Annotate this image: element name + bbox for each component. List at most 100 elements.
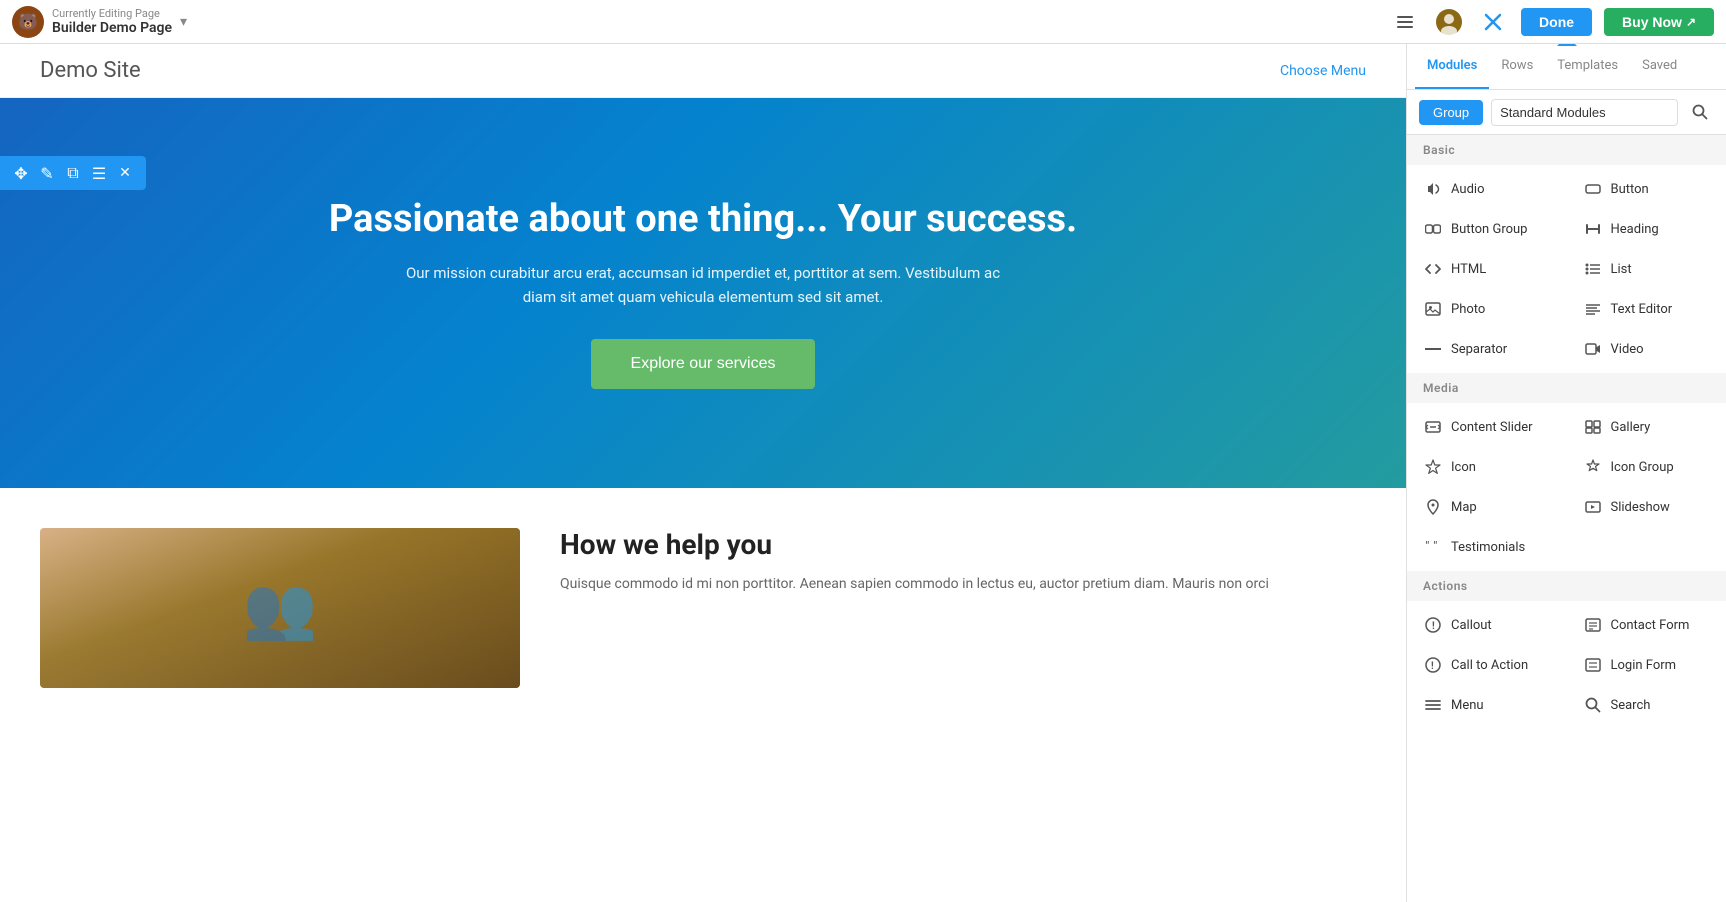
user-avatar-icon[interactable] <box>1433 6 1465 38</box>
text-editor-label: Text Editor <box>1611 302 1673 317</box>
menu-label: Menu <box>1451 698 1484 713</box>
module-gallery[interactable]: Gallery <box>1567 407 1726 447</box>
testimonials-label: Testimonials <box>1451 540 1525 555</box>
module-call-to-action[interactable]: ! Call to Action <box>1407 645 1567 685</box>
module-list[interactable]: List <box>1567 249 1726 289</box>
module-contact-form[interactable]: Contact Form <box>1567 605 1726 645</box>
content-text: How we help you Quisque commodo id mi no… <box>560 528 1366 595</box>
audio-label: Audio <box>1451 182 1484 197</box>
module-separator[interactable]: Separator <box>1407 329 1567 369</box>
content-section: How we help you Quisque commodo id mi no… <box>0 488 1406 728</box>
settings-icon[interactable]: ☰ <box>88 162 110 184</box>
module-group-select[interactable]: Standard Modules Custom Modules <box>1491 99 1678 126</box>
gallery-icon <box>1583 417 1603 437</box>
tab-saved[interactable]: Saved <box>1630 44 1689 89</box>
module-callout[interactable]: ! Callout <box>1407 605 1567 645</box>
audio-icon <box>1423 179 1443 199</box>
site-title: Demo Site <box>40 58 141 83</box>
gallery-label: Gallery <box>1611 420 1651 435</box>
top-bar-subtitle: Currently Editing Page <box>52 7 172 20</box>
hero-cta-button[interactable]: Explore our services <box>591 339 816 389</box>
delete-icon[interactable]: ✕ <box>114 162 136 184</box>
content-image <box>40 528 520 688</box>
contact-form-label: Contact Form <box>1611 618 1690 633</box>
svg-text:!: ! <box>1432 621 1435 632</box>
call-to-action-icon: ! <box>1423 655 1443 675</box>
login-form-icon <box>1583 655 1603 675</box>
duplicate-icon[interactable]: ⧉ <box>62 162 84 184</box>
module-text-editor[interactable]: Text Editor <box>1567 289 1726 329</box>
icon-module-icon <box>1423 457 1443 477</box>
search-module-icon <box>1583 695 1603 715</box>
photo-label: Photo <box>1451 302 1485 317</box>
login-form-label: Login Form <box>1611 658 1677 673</box>
external-link-icon: ↗ <box>1686 15 1696 29</box>
choose-menu-link[interactable]: Choose Menu <box>1280 63 1366 79</box>
close-icon[interactable] <box>1477 6 1509 38</box>
tab-modules[interactable]: Modules <box>1415 44 1489 89</box>
module-video[interactable]: Video <box>1567 329 1726 369</box>
module-menu[interactable]: Menu <box>1407 685 1567 725</box>
panel-tabs: Modules Rows Templates Saved <box>1407 44 1726 90</box>
media-modules-grid: Content Slider Gallery Icon <box>1407 403 1726 571</box>
module-login-form[interactable]: Login Form <box>1567 645 1726 685</box>
content-slider-icon <box>1423 417 1443 437</box>
canvas-area: Demo Site Choose Menu ✥ ✎ ⧉ ☰ ✕ Passiona… <box>0 44 1406 902</box>
video-icon <box>1583 339 1603 359</box>
module-button[interactable]: Button <box>1567 169 1726 209</box>
search-label: Search <box>1611 698 1651 713</box>
slideshow-label: Slideshow <box>1611 500 1670 515</box>
button-group-label: Button Group <box>1451 222 1527 237</box>
buy-now-label: Buy Now <box>1622 14 1682 30</box>
menu-icon <box>1423 695 1443 715</box>
group-button[interactable]: Group <box>1419 100 1483 125</box>
module-map[interactable]: Map <box>1407 487 1567 527</box>
module-testimonials[interactable]: "" Testimonials <box>1407 527 1567 567</box>
top-bar-main-title: Builder Demo Page <box>52 20 172 36</box>
module-content-slider[interactable]: Content Slider <box>1407 407 1567 447</box>
actions-modules-grid: ! Callout Contact Form ! Call to Action <box>1407 601 1726 729</box>
right-panel: Modules Rows Templates Saved Group Stand… <box>1406 44 1726 902</box>
chevron-down-icon[interactable]: ▾ <box>180 14 187 30</box>
top-bar-title: Currently Editing Page Builder Demo Page <box>52 7 172 36</box>
tab-templates[interactable]: Templates <box>1545 44 1630 89</box>
module-search[interactable]: Search <box>1567 685 1726 725</box>
bullet-list-icon[interactable] <box>1389 6 1421 38</box>
icon-label: Icon <box>1451 460 1476 475</box>
logo-icon: 🐻 <box>12 6 44 38</box>
module-photo[interactable]: Photo <box>1407 289 1567 329</box>
top-bar-right: Done Buy Now ↗ <box>1389 6 1714 38</box>
section-media: Media <box>1407 373 1726 403</box>
edit-icon[interactable]: ✎ <box>36 162 58 184</box>
testimonials-icon: "" <box>1423 537 1443 557</box>
modules-list: Basic Audio Button <box>1407 135 1726 902</box>
search-icon[interactable] <box>1686 98 1714 126</box>
module-html[interactable]: HTML <box>1407 249 1567 289</box>
map-label: Map <box>1451 500 1477 515</box>
module-heading[interactable]: Heading <box>1567 209 1726 249</box>
module-icon-group[interactable]: Icon Group <box>1567 447 1726 487</box>
section-basic: Basic <box>1407 135 1726 165</box>
panel-triangle <box>1557 44 1577 46</box>
heading-icon <box>1583 219 1603 239</box>
module-audio[interactable]: Audio <box>1407 169 1567 209</box>
hero-section: Passionate about one thing... Your succe… <box>0 98 1406 488</box>
module-button-group[interactable]: Button Group <box>1407 209 1567 249</box>
content-slider-label: Content Slider <box>1451 420 1533 435</box>
section-actions: Actions <box>1407 571 1726 601</box>
svg-text:!: ! <box>1431 661 1434 672</box>
callout-icon: ! <box>1423 615 1443 635</box>
top-bar-left: 🐻 Currently Editing Page Builder Demo Pa… <box>12 6 1389 38</box>
icon-group-label: Icon Group <box>1611 460 1674 475</box>
panel-toolbar: Group Standard Modules Custom Modules <box>1407 90 1726 135</box>
tab-rows[interactable]: Rows <box>1489 44 1545 89</box>
separator-icon <box>1423 339 1443 359</box>
module-slideshow[interactable]: Slideshow <box>1567 487 1726 527</box>
move-icon[interactable]: ✥ <box>10 162 32 184</box>
top-bar: 🐻 Currently Editing Page Builder Demo Pa… <box>0 0 1726 44</box>
done-button[interactable]: Done <box>1521 8 1592 36</box>
module-icon[interactable]: Icon <box>1407 447 1567 487</box>
contact-form-icon <box>1583 615 1603 635</box>
row-toolbar: ✥ ✎ ⧉ ☰ ✕ <box>0 156 146 190</box>
buy-now-button[interactable]: Buy Now ↗ <box>1604 8 1714 36</box>
